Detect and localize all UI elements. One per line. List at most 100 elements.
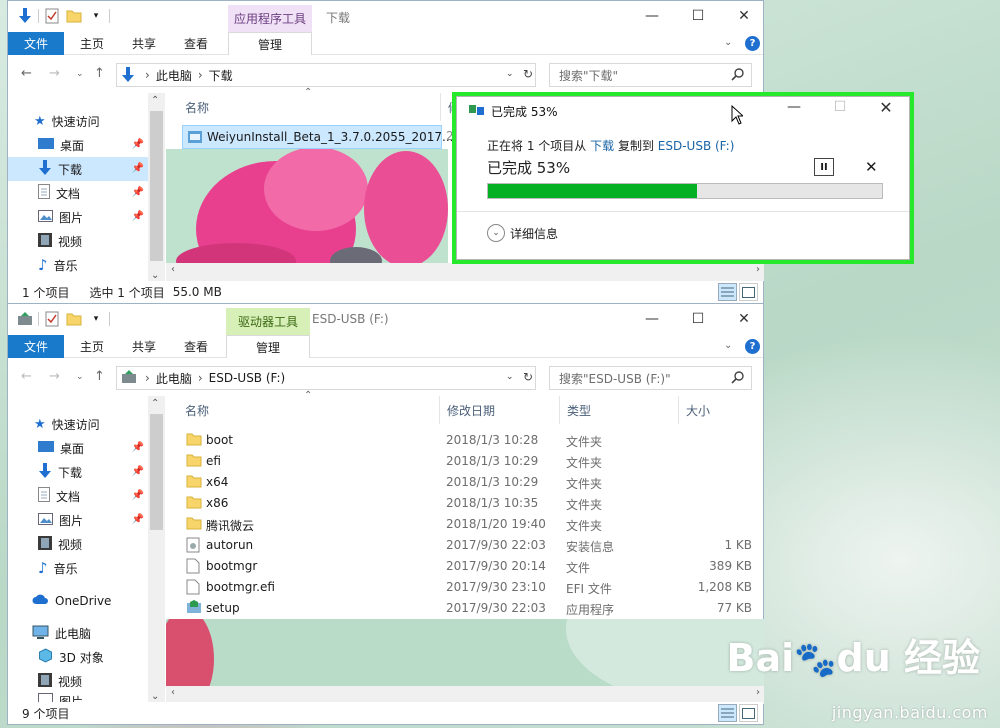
qat-dropdown-icon[interactable]: ▾ — [87, 7, 105, 25]
nav-downloads[interactable]: 下载 📌 — [8, 157, 148, 181]
nav-scrollbar[interactable]: ⌃ ⌄ — [148, 396, 165, 704]
help-icon[interactable]: ? — [745, 36, 760, 51]
nav-quick-access[interactable]: ★ 快速访问 — [8, 412, 148, 436]
tab-manage[interactable]: 管理 — [226, 335, 310, 358]
up-arrow-icon[interactable]: ↑ — [94, 369, 105, 384]
close-button[interactable]: ✕ — [721, 1, 767, 31]
back-arrow-icon[interactable]: ← — [21, 369, 32, 384]
nav-onedrive[interactable]: OneDrive — [8, 589, 148, 613]
nav-documents[interactable]: 文档 📌 — [8, 484, 148, 508]
tab-manage[interactable]: 管理 — [228, 32, 312, 55]
address-bar[interactable]: › 此电脑 › 下载 — [116, 63, 536, 87]
nav-documents[interactable]: 文档 📌 — [8, 181, 148, 205]
table-row[interactable]: setup 2017/9/30 22:03 应用程序 77 KB — [178, 598, 758, 619]
dialog-minimize-button[interactable]: — — [771, 94, 817, 120]
tab-view[interactable]: 查看 — [168, 32, 224, 55]
pause-button[interactable]: II — [814, 158, 834, 176]
scroll-up-icon[interactable]: ⌃ — [151, 398, 159, 409]
details-view-icon[interactable] — [718, 704, 737, 722]
details-view-icon[interactable] — [718, 283, 737, 301]
table-row[interactable]: x64 2018/1/3 10:29 文件夹 — [178, 472, 758, 493]
scroll-right-icon[interactable]: › — [756, 687, 760, 698]
column-header-size[interactable]: 大小 — [679, 396, 710, 424]
refresh-icon[interactable]: ↻ — [523, 370, 533, 384]
large-icons-view-icon[interactable] — [739, 704, 758, 722]
nav-desktop[interactable]: 桌面 📌 — [8, 133, 148, 157]
nav-3d-objects[interactable]: 3D 对象 — [8, 645, 148, 669]
tab-share[interactable]: 共享 — [116, 32, 172, 55]
tab-home[interactable]: 主页 — [64, 32, 120, 55]
nav-pictures[interactable]: 图片 📌 — [8, 508, 148, 532]
ribbon-expand-icon[interactable]: ⌄ — [724, 340, 732, 351]
address-dropdown-icon[interactable]: ⌄ — [506, 372, 514, 382]
nav-quick-access[interactable]: ★ 快速访问 — [8, 109, 148, 133]
tab-view[interactable]: 查看 — [168, 335, 224, 358]
nav-music[interactable]: ♪ 音乐 — [8, 253, 148, 277]
nav-videos-pc[interactable]: 视频 — [8, 669, 148, 693]
nav-music[interactable]: ♪ 音乐 — [8, 556, 148, 580]
breadcrumb-root[interactable]: 此电脑 — [156, 370, 192, 387]
table-row[interactable]: boot 2018/1/3 10:28 文件夹 — [178, 430, 758, 451]
tab-file[interactable]: 文件 — [8, 335, 64, 358]
column-header-type[interactable]: 类型 — [560, 396, 591, 424]
download-arrow-icon[interactable] — [16, 7, 34, 25]
scroll-down-icon[interactable]: ⌄ — [151, 691, 159, 702]
scroll-thumb[interactable] — [150, 111, 163, 261]
scroll-down-icon[interactable]: ⌄ — [151, 270, 159, 281]
recent-dropdown-icon[interactable]: ⌄ — [76, 69, 84, 79]
scroll-left-icon[interactable]: ‹ — [171, 687, 175, 698]
cancel-x-button[interactable]: ✕ — [865, 158, 878, 176]
qat-dropdown-icon[interactable]: ▾ — [87, 310, 105, 328]
column-header-name[interactable]: 名称 — [178, 396, 209, 424]
new-folder-icon[interactable] — [65, 310, 83, 328]
horizontal-scrollbar[interactable]: ‹ › — [166, 263, 764, 281]
breadcrumb-folder[interactable]: 下载 — [209, 67, 233, 84]
dialog-close-button[interactable]: ✕ — [863, 94, 909, 120]
table-row[interactable]: 腾讯微云 2018/1/20 19:40 文件夹 — [178, 514, 758, 535]
properties-icon[interactable] — [43, 7, 61, 25]
help-icon[interactable]: ? — [745, 339, 760, 354]
table-row[interactable]: bootmgr.efi 2017/9/30 23:10 EFI 文件 1,208 KB — [178, 577, 758, 598]
destination-link[interactable]: ESD-USB (F:) — [658, 139, 735, 153]
scroll-left-icon[interactable]: ‹ — [171, 264, 175, 275]
nav-videos[interactable]: 视频 — [8, 532, 148, 556]
nav-scrollbar[interactable]: ⌃ ⌄ — [148, 93, 165, 283]
scroll-up-icon[interactable]: ⌃ — [151, 95, 159, 106]
table-row[interactable]: x86 2018/1/3 10:35 文件夹 — [178, 493, 758, 514]
nav-videos[interactable]: 视频 — [8, 229, 148, 253]
selected-file-row[interactable]: WeiyunInstall_Beta_1_3.7.0.2055_2017... — [182, 125, 454, 149]
ribbon-expand-icon[interactable]: ⌄ — [724, 37, 732, 48]
source-link[interactable]: 下载 — [590, 139, 614, 153]
tab-share[interactable]: 共享 — [116, 335, 172, 358]
context-tab-drive-tools[interactable]: 驱动器工具 — [226, 308, 310, 335]
scroll-thumb[interactable] — [150, 414, 163, 530]
breadcrumb-folder[interactable]: ESD-USB (F:) — [209, 371, 286, 385]
column-header-name[interactable]: 名称 — [178, 93, 209, 121]
close-button[interactable]: ✕ — [721, 304, 767, 334]
nav-this-pc[interactable]: 此电脑 — [8, 621, 148, 645]
refresh-icon[interactable]: ↻ — [523, 67, 533, 81]
back-arrow-icon[interactable]: ← — [21, 66, 32, 81]
recent-dropdown-icon[interactable]: ⌄ — [76, 372, 84, 382]
scroll-right-icon[interactable]: › — [756, 264, 760, 275]
address-bar[interactable]: › 此电脑 › ESD-USB (F:) — [116, 366, 536, 390]
large-icons-view-icon[interactable] — [739, 283, 758, 301]
minimize-button[interactable]: — — [629, 304, 675, 334]
column-header-date[interactable]: 修改日期 — [440, 396, 495, 424]
up-arrow-icon[interactable]: ↑ — [94, 66, 105, 81]
tab-home[interactable]: 主页 — [64, 335, 120, 358]
search-input[interactable]: 搜索"ESD-USB (F:)" — [549, 366, 752, 390]
more-details-toggle[interactable]: ⌄ 详细信息 — [487, 224, 558, 242]
nav-downloads[interactable]: 下载 📌 — [8, 460, 148, 484]
table-row[interactable]: bootmgr 2017/9/30 20:14 文件 389 KB — [178, 556, 758, 577]
forward-arrow-icon[interactable]: → — [49, 66, 60, 81]
tab-file[interactable]: 文件 — [8, 32, 64, 55]
minimize-button[interactable]: — — [629, 1, 675, 31]
nav-pictures[interactable]: 图片 📌 — [8, 205, 148, 229]
nav-desktop[interactable]: 桌面 📌 — [8, 436, 148, 460]
table-row[interactable]: autorun 2017/9/30 22:03 安装信息 1 KB — [178, 535, 758, 556]
context-tab-app-tools[interactable]: 应用程序工具 — [228, 5, 312, 32]
maximize-button[interactable]: ☐ — [675, 1, 721, 31]
maximize-button[interactable]: ☐ — [675, 304, 721, 334]
search-input[interactable]: 搜索"下载" — [549, 63, 752, 87]
